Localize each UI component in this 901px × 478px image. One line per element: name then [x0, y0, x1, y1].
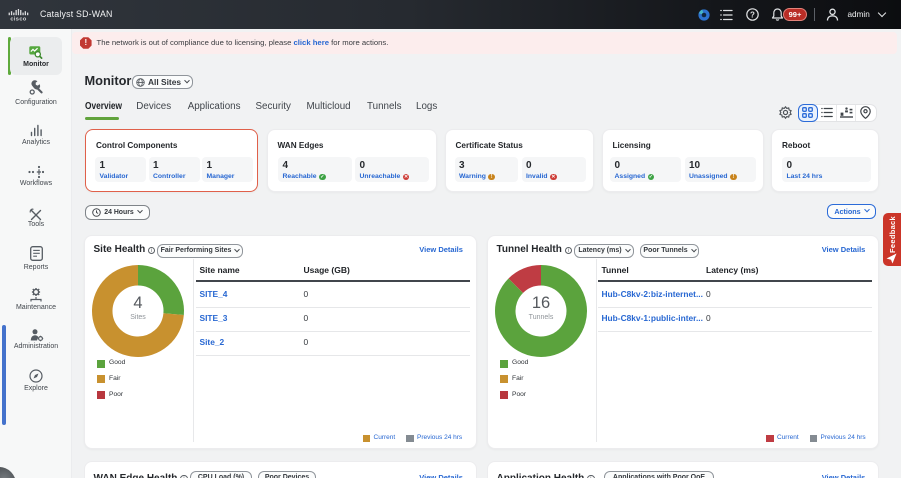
svg-text:?: ? [750, 10, 755, 19]
svg-text:cisco: cisco [10, 16, 26, 20]
